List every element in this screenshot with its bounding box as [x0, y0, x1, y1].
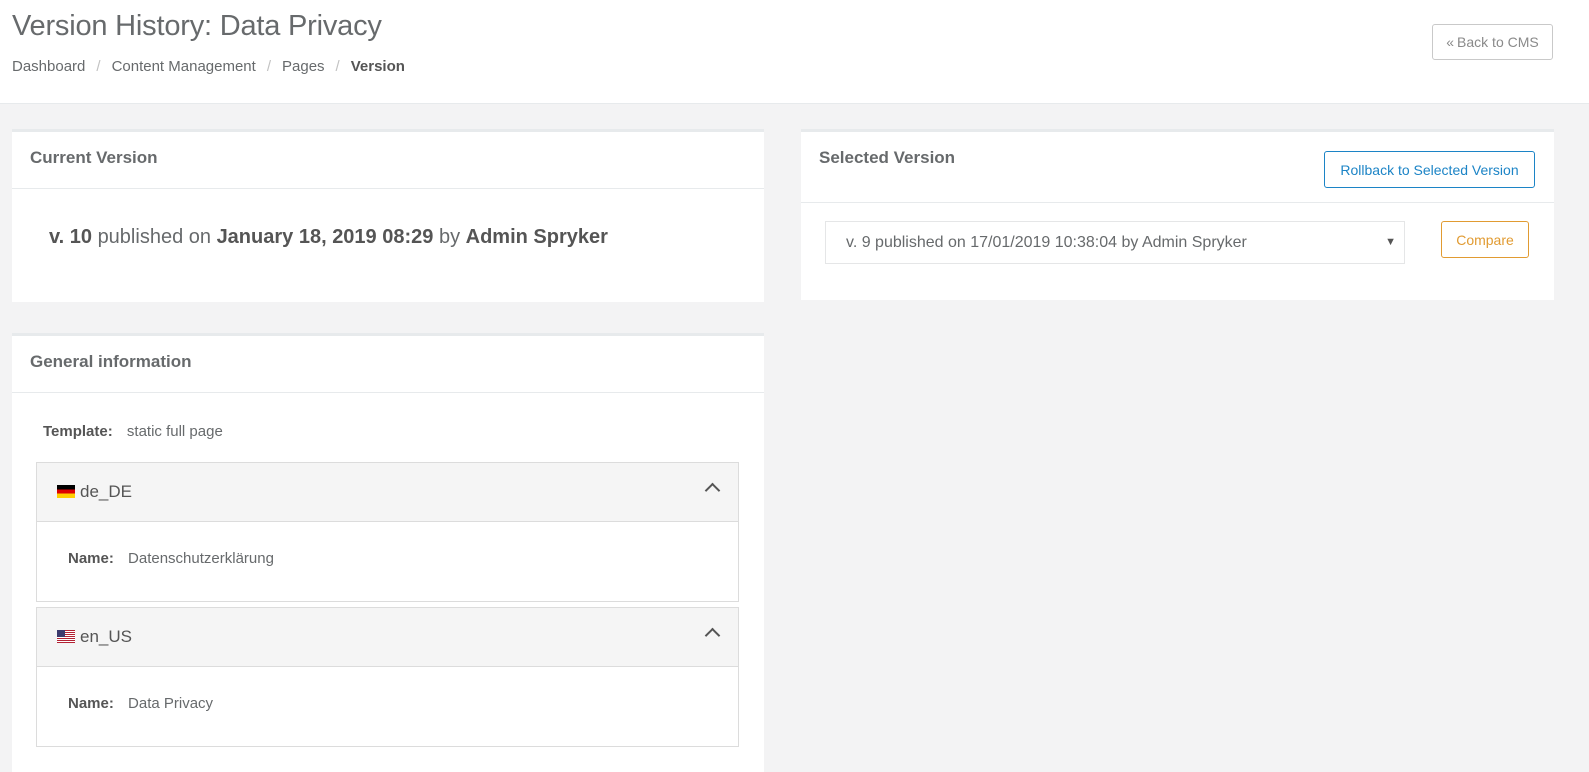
name-value: Datenschutzerklärung	[128, 550, 274, 567]
general-information-panel: General information Template: static ful…	[12, 333, 764, 772]
selected-version-title: Selected Version	[819, 148, 956, 167]
name-value: Data Privacy	[128, 695, 214, 712]
name-label: Name:	[68, 695, 114, 712]
locale-code: en_US	[80, 627, 132, 646]
version-select-value: v. 9 published on 17/01/2019 10:38:04 by…	[846, 233, 1247, 251]
general-information-title: General information	[12, 336, 764, 393]
compare-button[interactable]: Compare	[1441, 221, 1529, 258]
version-select[interactable]: v. 9 published on 17/01/2019 10:38:04 by…	[825, 221, 1405, 264]
current-version-title: Current Version	[12, 132, 764, 189]
current-version-number: v. 10	[49, 226, 92, 248]
locale-header-en-us[interactable]: en_US	[37, 608, 738, 667]
breadcrumb-separator: /	[96, 58, 101, 75]
by-text: by	[438, 226, 461, 248]
de-flag-icon	[57, 484, 75, 498]
current-version-date: January 18, 2019 08:29	[216, 226, 434, 248]
selected-version-panel: Selected Version Rollback to Selected Ve…	[801, 129, 1554, 300]
locale-panel-en-us: en_US Name: Data Privacy	[36, 607, 739, 747]
page-title: Version History: Data Privacy	[12, 10, 382, 42]
locale-panel-de-de: de_DE Name: Datenschutzerklärung	[36, 462, 739, 602]
name-label: Name:	[68, 550, 114, 567]
locale-name-row: Name: Datenschutzerklärung	[68, 550, 274, 567]
breadcrumb-separator: /	[266, 58, 271, 75]
chevron-up-icon[interactable]	[704, 627, 721, 644]
dropdown-caret-icon: ▼	[1385, 236, 1396, 248]
breadcrumb-content-management[interactable]: Content Management	[112, 58, 256, 75]
breadcrumb-pages[interactable]: Pages	[282, 58, 325, 75]
breadcrumb: Dashboard / Content Management / Pages /…	[12, 58, 405, 75]
page-header: Version History: Data Privacy Dashboard …	[0, 0, 1589, 104]
selected-version-header: Selected Version Rollback to Selected Ve…	[801, 132, 1554, 203]
chevron-up-icon[interactable]	[704, 482, 721, 499]
double-chevron-left-icon: «	[1446, 34, 1455, 50]
locale-name-row: Name: Data Privacy	[68, 695, 213, 712]
published-on-text: published on	[97, 226, 211, 248]
breadcrumb-separator: /	[335, 58, 340, 75]
locale-body-en-us: Name: Data Privacy	[37, 667, 738, 746]
rollback-button[interactable]: Rollback to Selected Version	[1324, 151, 1535, 188]
us-flag-icon	[57, 629, 75, 643]
back-to-cms-label: Back to CMS	[1457, 34, 1539, 50]
current-version-info: v. 10 published on January 18, 2019 08:2…	[49, 226, 608, 249]
breadcrumb-version: Version	[350, 58, 405, 75]
template-value: static full page	[126, 423, 223, 440]
current-version-author: Admin Spryker	[465, 226, 608, 248]
locale-code: de_DE	[80, 482, 132, 501]
current-version-panel: Current Version v. 10 published on Janua…	[12, 129, 764, 302]
locale-header-de-de[interactable]: de_DE	[37, 463, 738, 522]
locale-body-de-de: Name: Datenschutzerklärung	[37, 522, 738, 601]
breadcrumb-dashboard[interactable]: Dashboard	[12, 58, 85, 75]
template-row: Template: static full page	[43, 423, 223, 440]
back-to-cms-button[interactable]: « Back to CMS	[1432, 24, 1553, 60]
template-label: Template:	[43, 423, 113, 440]
